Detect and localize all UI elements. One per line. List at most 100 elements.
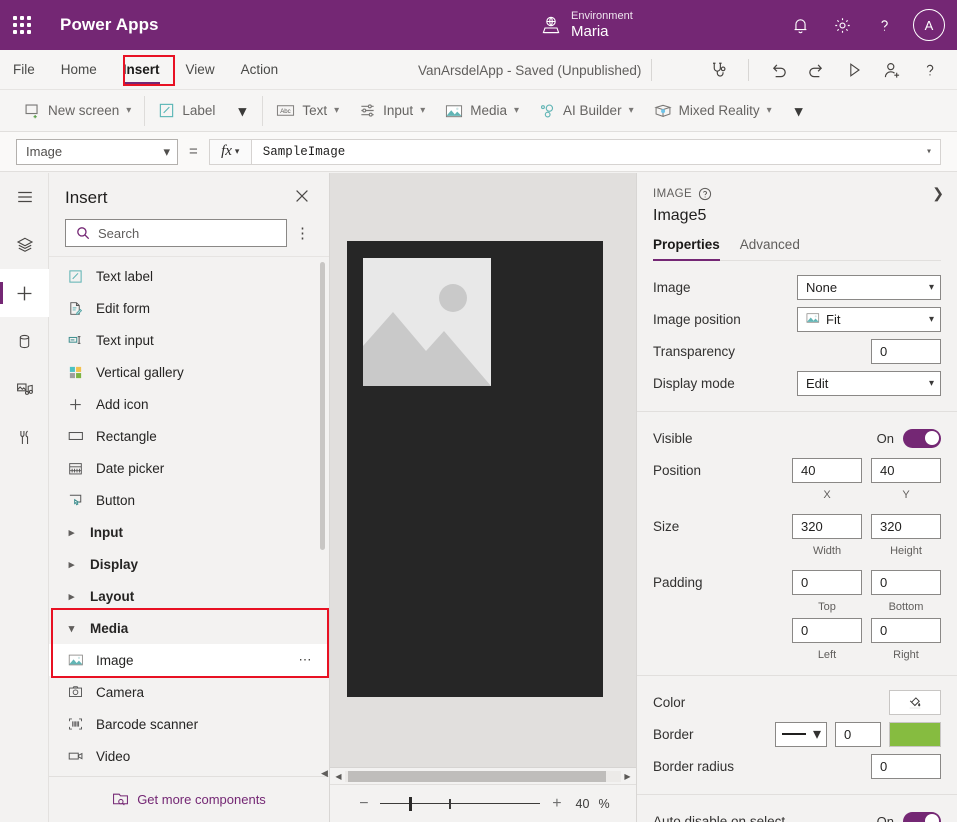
list-item-vertical-gallery[interactable]: Vertical gallery <box>49 356 329 388</box>
property-select[interactable]: Image ▾ <box>16 139 178 165</box>
search-input[interactable] <box>98 226 276 241</box>
padding-top-input[interactable]: 0 <box>792 570 862 595</box>
properties-panel: IMAGE ❯ Image5 Properties Advanced Image <box>636 173 957 822</box>
menu-item-view[interactable]: View <box>173 50 228 90</box>
ribbon-text[interactable]: Abc Text ▾ <box>266 96 349 126</box>
image-dropdown[interactable]: None ▾ <box>797 275 941 300</box>
data-cylinder-icon[interactable] <box>0 317 49 365</box>
redo-icon[interactable] <box>797 53 835 87</box>
app-checker-icon[interactable] <box>700 53 738 87</box>
list-group-input[interactable]: ▸ Input <box>49 516 329 548</box>
display-mode-dropdown[interactable]: Edit ▾ <box>797 371 941 396</box>
list-item-button[interactable]: Button <box>49 484 329 516</box>
menu-item-action[interactable]: Action <box>228 50 292 90</box>
avatar[interactable]: A <box>913 9 945 41</box>
fx-button[interactable]: fx ▾ <box>209 139 251 165</box>
color-picker-button[interactable] <box>889 690 941 715</box>
ribbon-ai-builder[interactable]: AI Builder ▾ <box>529 96 644 126</box>
media-library-icon[interactable] <box>0 365 49 413</box>
ribbon-mixed-reality[interactable]: Mixed Reality ▾ <box>644 96 782 126</box>
list-item-text-label[interactable]: Text label <box>49 260 329 292</box>
ribbon-label-button[interactable]: Label <box>148 96 225 126</box>
scroll-thumb[interactable] <box>348 771 606 782</box>
scroll-left-icon[interactable]: ◀ <box>332 772 345 781</box>
zoom-out-button[interactable]: − <box>356 795 371 813</box>
scroll-right-icon[interactable]: ▶ <box>621 772 634 781</box>
brand-title[interactable]: Power Apps <box>60 15 159 35</box>
padding-bottom-input[interactable]: 0 <box>871 570 941 595</box>
list-group-display[interactable]: ▸ Display <box>49 548 329 580</box>
list-item-barcode-scanner[interactable]: Barcode scanner <box>49 708 329 740</box>
list-item-rectangle[interactable]: Rectangle <box>49 420 329 452</box>
formula-input[interactable]: SampleImage ▾ <box>251 139 941 165</box>
padding-right-input[interactable]: 0 <box>871 618 941 643</box>
settings-gear-icon[interactable] <box>823 5 861 45</box>
list-item-camera[interactable]: Camera <box>49 676 329 708</box>
position-x-input[interactable]: 40 <box>792 458 862 483</box>
list-group-layout[interactable]: ▸ Layout <box>49 580 329 612</box>
header-actions: A <box>781 0 949 50</box>
transparency-input[interactable]: 0 <box>871 339 941 364</box>
list-item-edit-form[interactable]: Edit form <box>49 292 329 324</box>
list-item-image[interactable]: Image ⋯ <box>49 644 329 676</box>
auto-disable-toggle[interactable] <box>903 812 941 822</box>
more-vertical-icon[interactable]: ⋮ <box>293 224 313 242</box>
close-icon[interactable] <box>291 187 313 208</box>
help-circle-icon[interactable] <box>698 187 712 201</box>
zoom-in-button[interactable]: + <box>549 795 564 813</box>
border-style-dropdown[interactable]: ▾ <box>775 722 827 747</box>
control-type-label: IMAGE <box>653 188 692 200</box>
zoom-slider[interactable] <box>380 797 540 811</box>
border-width-input[interactable]: 0 <box>835 722 881 747</box>
image-control-preview[interactable] <box>363 258 491 386</box>
help-question-icon[interactable] <box>911 53 949 87</box>
ribbon-input[interactable]: Input ▾ <box>349 96 435 126</box>
ribbon-overflow-chevron-down-icon[interactable]: ▾ <box>782 102 816 120</box>
undo-icon[interactable] <box>759 53 797 87</box>
border-color-swatch[interactable] <box>889 722 941 747</box>
list-item-date-picker[interactable]: Date picker <box>49 452 329 484</box>
chevron-right-icon[interactable]: ❯ <box>932 185 944 202</box>
zoom-slider-thumb[interactable] <box>409 797 412 811</box>
menu-item-insert[interactable]: Insert <box>110 50 173 90</box>
list-group-media[interactable]: ▾ Media <box>49 612 329 644</box>
insert-plus-icon[interactable] <box>0 269 49 317</box>
canvas-horizontal-scrollbar[interactable]: ◀ ▶ <box>330 767 636 784</box>
ribbon-new-screen[interactable]: New screen ▾ <box>14 96 141 126</box>
help-question-icon[interactable] <box>865 5 903 45</box>
app-canvas[interactable] <box>330 173 636 767</box>
position-y-input[interactable]: 40 <box>871 458 941 483</box>
advanced-tools-icon[interactable] <box>0 413 49 461</box>
size-width-input[interactable]: 320 <box>792 514 862 539</box>
scroll-track[interactable] <box>345 771 621 782</box>
tree-view-layers-icon[interactable] <box>0 221 49 269</box>
zoom-value: 40 <box>573 797 589 811</box>
menu-item-home[interactable]: Home <box>48 50 110 90</box>
menu-item-file[interactable]: File <box>0 50 48 90</box>
tab-properties[interactable]: Properties <box>653 237 720 260</box>
get-more-components-button[interactable]: Get more components <box>49 776 329 822</box>
app-launcher-icon[interactable] <box>0 0 44 50</box>
list-item-text-input[interactable]: Text input <box>49 324 329 356</box>
list-item-video[interactable]: Video <box>49 740 329 772</box>
list-item-more-icon[interactable]: ⋯ <box>299 652 314 668</box>
preview-play-icon[interactable] <box>835 53 873 87</box>
size-height-input[interactable]: 320 <box>871 514 941 539</box>
app-screen[interactable] <box>347 241 603 697</box>
chevron-down-icon[interactable]: ▾ <box>225 102 259 120</box>
ribbon-label: Input <box>383 103 413 118</box>
visible-toggle[interactable] <box>903 429 941 448</box>
notification-bell-icon[interactable] <box>781 5 819 45</box>
tab-advanced[interactable]: Advanced <box>740 237 800 260</box>
share-person-icon[interactable] <box>873 53 911 87</box>
border-radius-input[interactable]: 0 <box>871 754 941 779</box>
list-item-add-icon[interactable]: Add icon <box>49 388 329 420</box>
insert-list-scrollbar[interactable] <box>320 262 325 550</box>
search-box[interactable] <box>65 219 287 247</box>
padding-left-input[interactable]: 0 <box>792 618 862 643</box>
property-label: Color <box>653 695 889 710</box>
hamburger-menu-icon[interactable] <box>0 173 49 221</box>
environment-selector[interactable]: Environment Maria <box>540 0 633 50</box>
ribbon-media[interactable]: Media ▾ <box>435 96 529 126</box>
image-position-dropdown[interactable]: Fit ▾ <box>797 307 941 332</box>
